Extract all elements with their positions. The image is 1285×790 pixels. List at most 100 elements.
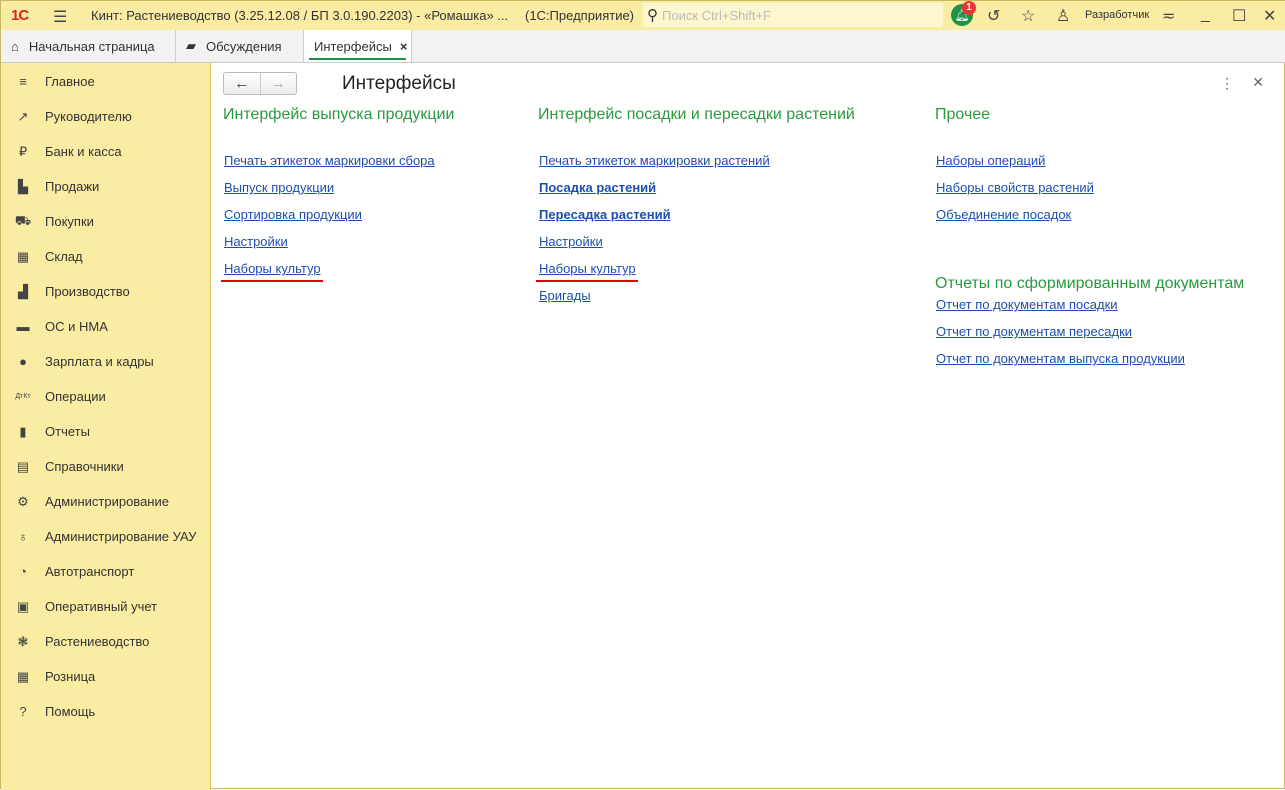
title-bar: 1С ☰ Кинт: Растениеводство (3.25.12.08 /… xyxy=(1,1,1285,30)
sidebar-item-label: Растениеводство xyxy=(45,634,150,649)
link[interactable]: Пересадка растений xyxy=(539,207,671,222)
tab-label: Обсуждения xyxy=(206,38,282,54)
speedometer-icon: ◔ xyxy=(19,564,27,579)
sidebar-item[interactable]: ▣ Оперативный учет xyxy=(1,589,210,624)
close-window-icon[interactable]: ✕ xyxy=(1263,6,1276,26)
dt-kt-icon: ДтКт xyxy=(15,393,31,400)
nav-buttons: ← → xyxy=(223,72,297,95)
sidebar-item-label: Розница xyxy=(45,669,96,684)
tab-interfaces[interactable]: Интерфейсы × xyxy=(304,30,412,62)
sidebar-item[interactable]: ▮ Отчеты xyxy=(1,414,210,449)
sidebar-item[interactable]: ♁ Администрирование УАУ xyxy=(1,519,210,554)
link[interactable]: Отчет по документам выпуска продукции xyxy=(936,351,1185,366)
sidebar-item[interactable]: ДтКт Операции xyxy=(1,379,210,414)
sidebar-item-label: ОС и НМА xyxy=(45,319,108,334)
maximize-icon[interactable]: ☐ xyxy=(1232,6,1246,26)
link[interactable]: Наборы операций xyxy=(936,153,1045,168)
link[interactable]: Наборы культур xyxy=(224,261,321,276)
warehouse-icon: ▦ xyxy=(16,248,30,264)
link[interactable]: Объединение посадок xyxy=(936,207,1071,222)
tab-discussions[interactable]: ▰ Обсуждения xyxy=(176,30,304,62)
sidebar-item[interactable]: ▦ Розница xyxy=(1,659,210,694)
sidebar-item[interactable]: ↗ Руководителю xyxy=(1,99,210,134)
favorites-star-icon[interactable]: ☆ xyxy=(1021,6,1035,26)
platform-label: (1С:Предприятие) xyxy=(525,8,635,23)
sidebar-item-label: Производство xyxy=(45,284,130,299)
sidebar-item-label: Склад xyxy=(45,249,83,264)
sidebar-item-label: Помощь xyxy=(45,704,96,719)
sidebar-item[interactable]: ● Зарплата и кадры xyxy=(1,344,210,379)
link[interactable]: Посадка растений xyxy=(539,180,656,195)
presentation-icon: ▣ xyxy=(16,598,30,614)
forward-button[interactable]: → xyxy=(259,73,297,94)
back-button[interactable]: ← xyxy=(224,73,260,94)
sidebar-item-label: Справочники xyxy=(45,459,124,474)
sidebar-item[interactable]: ❃ Растениеводство xyxy=(1,624,210,659)
page-title: Интерфейсы xyxy=(342,73,456,94)
sidebar-item-label: Операции xyxy=(45,389,106,404)
sidebar-item[interactable]: ⛟ Покупки xyxy=(1,204,210,239)
group-heading: Отчеты по сформированным документам xyxy=(935,275,1245,292)
main-menu-icon[interactable]: ☰ xyxy=(53,7,67,27)
link[interactable]: Наборы культур xyxy=(539,261,636,276)
link[interactable]: Наборы свойств растений xyxy=(936,180,1094,195)
person-icon: ● xyxy=(19,354,27,369)
tab-label: Начальная страница xyxy=(28,38,155,54)
history-icon[interactable]: ↺ xyxy=(987,6,1000,26)
search-placeholder: Поиск Ctrl+Shift+F xyxy=(662,7,771,23)
trend-icon: ↗ xyxy=(17,108,29,124)
link[interactable]: Печать этикеток маркировки сбора xyxy=(224,153,435,168)
link[interactable]: Печать этикеток маркировки растений xyxy=(539,153,770,168)
sidebar-item[interactable]: ▦ Склад xyxy=(1,239,210,274)
chat-icon: ▰ xyxy=(186,38,196,53)
sidebar-item-label: Автотранспорт xyxy=(45,564,135,579)
notification-count: 1 xyxy=(962,1,976,15)
settings-dropdown-icon[interactable]: ≂ xyxy=(1162,6,1175,26)
link[interactable]: Отчет по документам посадки xyxy=(936,297,1118,312)
red-underline-highlight xyxy=(221,280,323,282)
red-underline-highlight xyxy=(536,280,638,282)
sidebar-item[interactable]: ? Помощь xyxy=(1,694,210,729)
link[interactable]: Бригады xyxy=(539,288,591,303)
user-icon[interactable]: ♙ xyxy=(1056,6,1070,26)
ruble-icon: ₽ xyxy=(18,143,28,159)
user-name[interactable]: Разработчик xyxy=(1085,9,1149,21)
search-input[interactable]: ⚲ Поиск Ctrl+Shift+F xyxy=(643,3,943,27)
tab-bar: ⌂ Начальная страница ▰ Обсуждения Интерфей… xyxy=(1,30,1285,63)
sidebar-item[interactable]: ▟ Производство xyxy=(1,274,210,309)
minimize-icon[interactable]: _ xyxy=(1201,6,1210,24)
group-heading: Интерфейс посадки и пересадки растений xyxy=(538,106,855,123)
link[interactable]: Сортировка продукции xyxy=(224,207,362,222)
1c-logo: 1С xyxy=(11,7,29,24)
home-icon: ⌂ xyxy=(11,38,19,54)
sidebar-item-label: Отчеты xyxy=(45,424,90,439)
sidebar-item-label: Зарплата и кадры xyxy=(45,354,154,369)
more-actions-icon[interactable]: ⋮ xyxy=(1220,75,1234,92)
gear-icon: ⚙ xyxy=(17,493,29,509)
cart-icon: ⛟ xyxy=(14,212,32,228)
sidebar-item-label: Оперативный учет xyxy=(45,599,158,614)
sidebar-item[interactable]: ⚙ Администрирование xyxy=(1,484,210,519)
books-icon: ▤ xyxy=(16,458,30,474)
close-form-icon[interactable]: ✕ xyxy=(1252,74,1264,91)
link[interactable]: Настройки xyxy=(539,234,603,249)
main-content: ← → Интерфейсы ⋮ ✕ Интерфейс выпуска прод… xyxy=(212,63,1284,788)
link[interactable]: Выпуск продукции xyxy=(224,180,334,195)
calculator-icon: ▦ xyxy=(16,668,30,684)
sidebar-item[interactable]: ▙ Продажи xyxy=(1,169,210,204)
sidebar-item[interactable]: ▤ Справочники xyxy=(1,449,210,484)
tab-home[interactable]: ⌂ Начальная страница xyxy=(1,30,176,62)
close-tab-icon[interactable]: × xyxy=(400,39,408,54)
sidebar-item-label: Банк и касса xyxy=(45,144,122,159)
sidebar-item[interactable]: ≡ Главное xyxy=(1,64,210,99)
sidebar-item[interactable]: ▬ ОС и НМА xyxy=(1,309,210,344)
link[interactable]: Настройки xyxy=(224,234,288,249)
flower-icon: ❃ xyxy=(17,633,29,649)
help-icon: ? xyxy=(19,704,27,719)
link[interactable]: Отчет по документам пересадки xyxy=(936,324,1132,339)
group-heading: Интерфейс выпуска продукции xyxy=(223,106,455,123)
sidebar-item[interactable]: ₽ Банк и касса xyxy=(1,134,210,169)
search-icon: ⚲ xyxy=(647,7,658,24)
sidebar-item[interactable]: ◔ Автотранспорт xyxy=(1,554,210,589)
bar-chart-icon: ▮ xyxy=(19,423,27,439)
